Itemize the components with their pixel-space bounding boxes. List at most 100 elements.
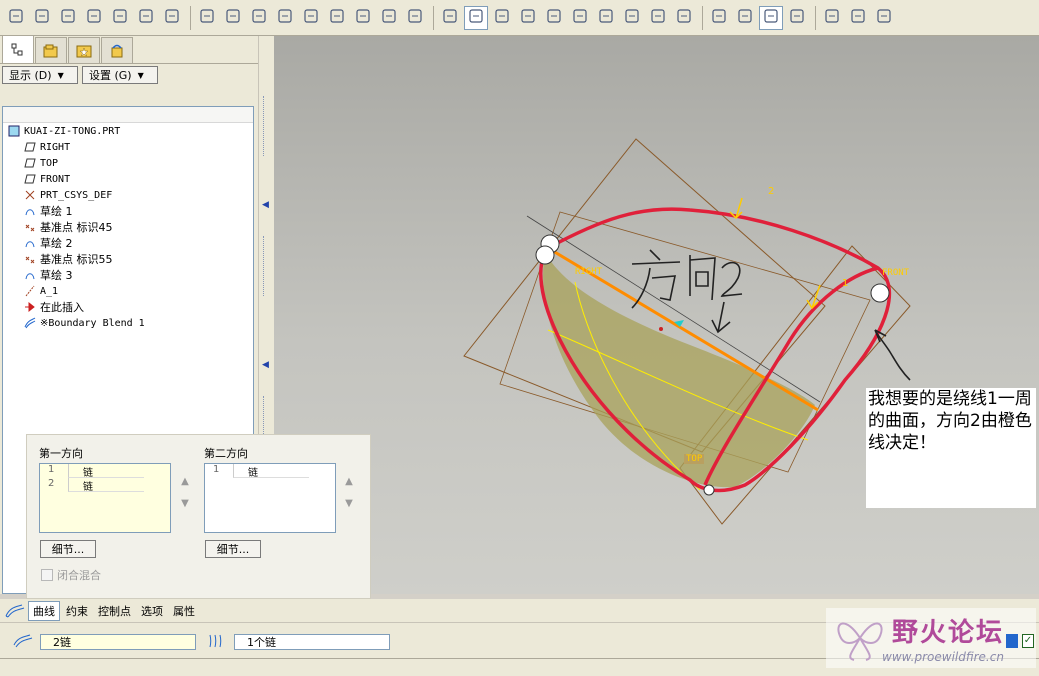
- tree-item[interactable]: 在此插入: [3, 299, 253, 315]
- zoom-out-button[interactable]: [516, 6, 540, 30]
- zoom-in-button[interactable]: [490, 6, 514, 30]
- drag-handle[interactable]: [535, 245, 555, 265]
- hidden-line-button[interactable]: [707, 6, 731, 30]
- pause-icon[interactable]: [1006, 634, 1018, 648]
- coord-sys-button[interactable]: [872, 6, 896, 30]
- tab-curves[interactable]: 曲线: [28, 600, 60, 621]
- save-button[interactable]: [56, 6, 80, 30]
- undo-button[interactable]: [160, 6, 184, 30]
- tab-connections[interactable]: [101, 37, 133, 63]
- closed-blend-checkbox[interactable]: [41, 569, 53, 581]
- tab-control-points[interactable]: 控制点: [94, 601, 135, 621]
- chevron-down-icon: ▼: [57, 70, 64, 80]
- reorient-button[interactable]: [568, 6, 592, 30]
- first-detail-button[interactable]: 细节...: [40, 540, 96, 558]
- new-button[interactable]: [4, 6, 28, 30]
- collapse-left-icon[interactable]: ◀: [262, 360, 269, 370]
- first-chain-collector[interactable]: 2链: [40, 634, 196, 650]
- chain-row[interactable]: 1链: [40, 464, 170, 479]
- paste-special-button[interactable]: [299, 6, 323, 30]
- datum-planes-button[interactable]: [785, 6, 809, 30]
- datum-points-button[interactable]: [846, 6, 870, 30]
- paste-special-icon: [302, 7, 320, 28]
- move-up-icon[interactable]: ▲: [179, 471, 191, 493]
- shading-button[interactable]: [759, 5, 783, 30]
- closed-blend-label: 闭合混合: [57, 569, 101, 582]
- label-dir1: 1: [842, 278, 849, 289]
- tree-item[interactable]: 草绘 3: [3, 267, 253, 283]
- tree-item[interactable]: ※Boundary Blend 1: [3, 315, 253, 331]
- chain-row[interactable]: 2链: [40, 478, 170, 493]
- copy-button[interactable]: [247, 6, 271, 30]
- folder-icon: [43, 44, 58, 57]
- orient-button[interactable]: [464, 5, 488, 30]
- tab-properties[interactable]: 属性: [169, 601, 199, 621]
- main-toolbar: [0, 0, 1039, 36]
- tree-item[interactable]: 基准点 标识45: [3, 219, 253, 235]
- tree-item[interactable]: RIGHT: [3, 139, 253, 155]
- regenerate-button[interactable]: [325, 6, 349, 30]
- tree-item[interactable]: 草绘 1: [3, 203, 253, 219]
- hidden-line-icon: [710, 7, 728, 28]
- first-direction-icon: [13, 634, 33, 648]
- tab-constraints[interactable]: 约束: [62, 601, 92, 621]
- tab-options[interactable]: 选项: [137, 601, 167, 621]
- tree-root[interactable]: KUAI-ZI-TONG.PRT: [3, 123, 253, 139]
- refit-button[interactable]: [542, 6, 566, 30]
- move-down-icon[interactable]: ▼: [343, 493, 355, 515]
- confirm-icon[interactable]: ✓: [1022, 634, 1034, 648]
- second-reorder-arrows[interactable]: ▲ ▼: [343, 471, 355, 515]
- toolbar-separator: [433, 5, 434, 30]
- datum-point-icon: [23, 252, 37, 266]
- tree-item-label: 草绘 1: [40, 205, 73, 218]
- spin-center-button[interactable]: [438, 6, 462, 30]
- print-button[interactable]: [82, 6, 106, 30]
- no-hidden-button[interactable]: [733, 6, 757, 30]
- tab-folder-browser[interactable]: [35, 37, 67, 63]
- drag-handle[interactable]: [870, 283, 890, 303]
- first-reorder-arrows[interactable]: ▲ ▼: [179, 471, 191, 515]
- redo-button[interactable]: [195, 6, 219, 30]
- tab-favorites[interactable]: [68, 37, 100, 63]
- repaint-button[interactable]: [403, 6, 427, 30]
- find-button[interactable]: [351, 6, 375, 30]
- layers-button[interactable]: [620, 6, 644, 30]
- send-button[interactable]: [108, 6, 132, 30]
- display-dropdown[interactable]: 显示 (D) ▼: [2, 66, 78, 84]
- tree-item[interactable]: FRONT: [3, 171, 253, 187]
- datum-axes-button[interactable]: [820, 6, 844, 30]
- paste-button[interactable]: [273, 6, 297, 30]
- handwriting-2: [720, 261, 743, 297]
- datum-point-icon: [23, 220, 37, 234]
- tab-model-tree[interactable]: [2, 35, 34, 63]
- move-down-icon[interactable]: ▼: [179, 493, 191, 515]
- shading-icon: [762, 7, 780, 28]
- open-button[interactable]: [30, 6, 54, 30]
- send-all-button[interactable]: [134, 6, 158, 30]
- move-up-icon[interactable]: ▲: [343, 471, 355, 493]
- datum-planes-icon: [788, 7, 806, 28]
- first-direction-list[interactable]: 1链2链: [39, 463, 171, 533]
- graphics-viewport[interactable]: RIGHT FRONT TOP 2 1: [274, 36, 1039, 594]
- second-chain-collector[interactable]: 1个链: [234, 634, 390, 650]
- display-label: 显示 (D): [9, 69, 52, 82]
- blend-surface: [543, 252, 815, 488]
- cut-button[interactable]: [221, 6, 245, 30]
- tree-item[interactable]: A_1: [3, 283, 253, 299]
- collapse-left-icon[interactable]: ◀: [262, 200, 269, 210]
- second-detail-button[interactable]: 细节...: [205, 540, 261, 558]
- view-manager-button[interactable]: [646, 6, 670, 30]
- chain-row[interactable]: 1链: [205, 464, 335, 479]
- coord-sys-icon: [875, 7, 893, 28]
- tree-item[interactable]: 草绘 2: [3, 235, 253, 251]
- select-box-button[interactable]: [377, 6, 401, 30]
- drag-handle[interactable]: [703, 484, 715, 496]
- tree-item[interactable]: PRT_CSYS_DEF: [3, 187, 253, 203]
- second-direction-list[interactable]: 1链: [204, 463, 336, 533]
- settings-dropdown[interactable]: 设置 (G) ▼: [82, 66, 158, 84]
- second-direction-label: 第二方向: [204, 447, 248, 460]
- saved-views-button[interactable]: [594, 6, 618, 30]
- tree-item[interactable]: TOP: [3, 155, 253, 171]
- wireframe-button[interactable]: [672, 6, 696, 30]
- tree-item[interactable]: 基准点 标识55: [3, 251, 253, 267]
